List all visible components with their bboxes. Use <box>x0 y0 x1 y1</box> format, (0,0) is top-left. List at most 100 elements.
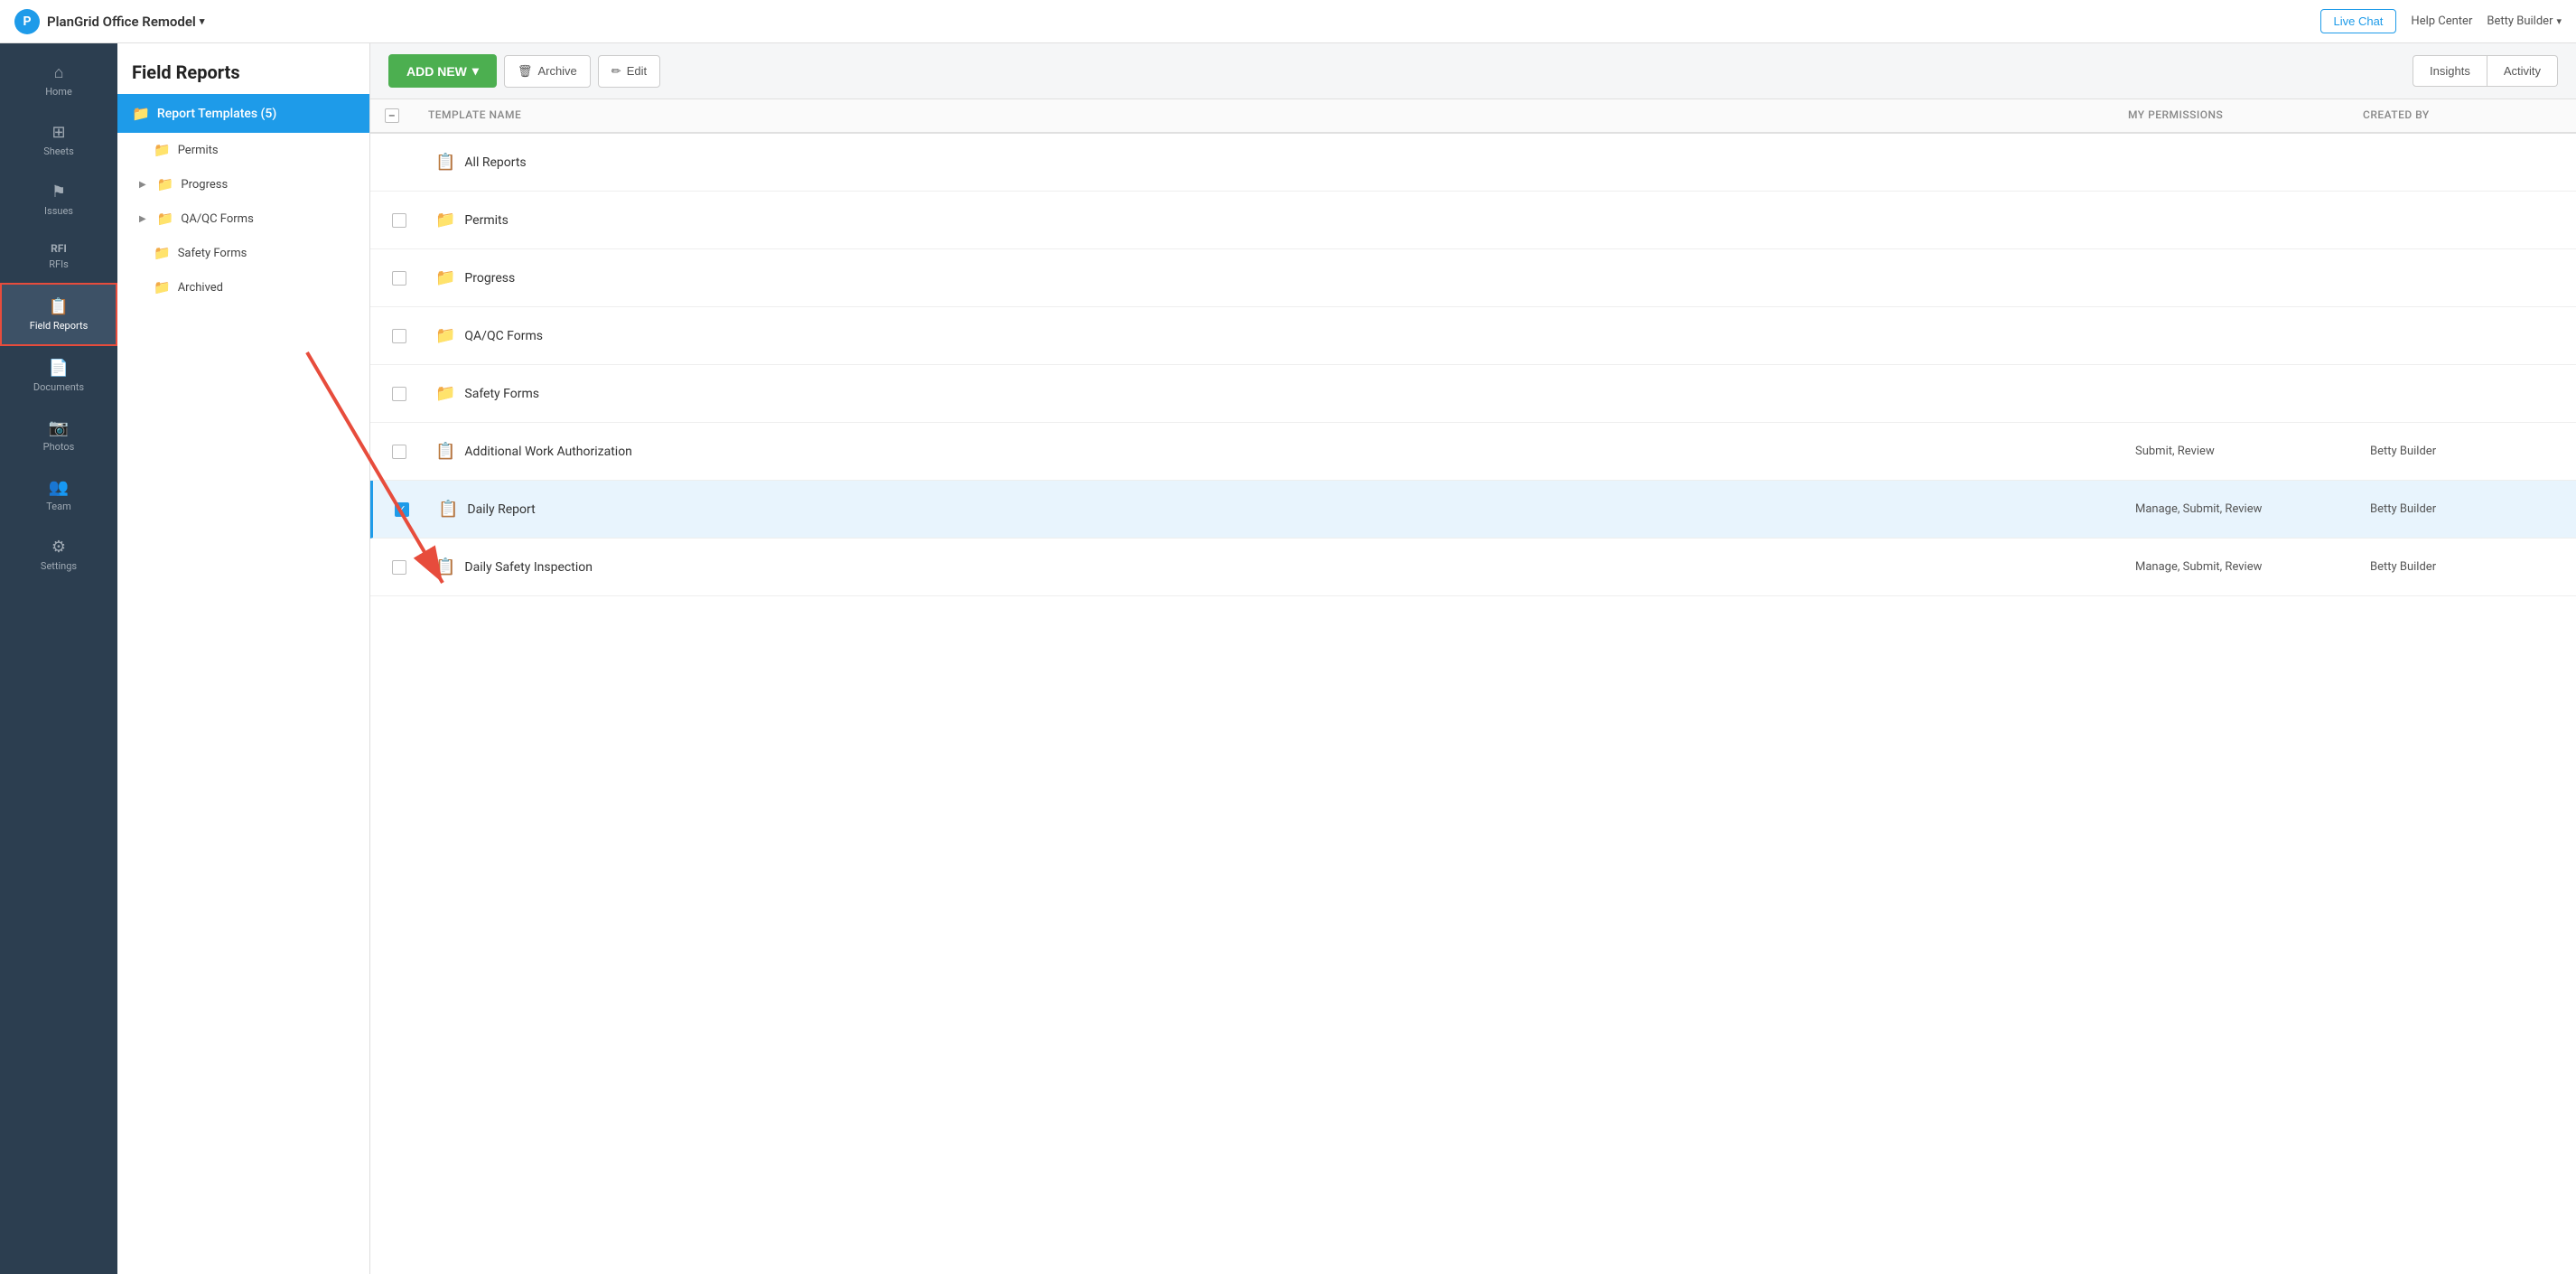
sidebar-item-photos[interactable]: 📷 Photos <box>0 406 117 465</box>
cell-checkbox[interactable] <box>385 434 428 470</box>
safety-forms-label: Safety Forms <box>464 387 539 401</box>
cell-checkbox[interactable] <box>385 376 428 412</box>
safety-forms-folder-icon: 📁 <box>154 245 171 261</box>
field-reports-icon: 📋 <box>49 297 69 316</box>
photos-icon: 📷 <box>49 418 69 437</box>
top-nav: P PlanGrid Office Remodel ▾ Live Chat He… <box>0 0 2576 43</box>
cell-checkbox[interactable] <box>385 318 428 354</box>
row-checkbox[interactable] <box>392 329 406 343</box>
table-row-daily-report[interactable]: ✓ 📋 Daily Report Manage, Submit, Review … <box>370 481 2576 539</box>
tree-item-qaqc[interactable]: ▶ 📁 QA/QC Forms <box>117 201 369 236</box>
report-templates-folder-icon: 📁 <box>132 105 150 122</box>
tree-section: 📁 Report Templates (5) 📁 Permits ▶ 📁 Pro… <box>117 94 369 304</box>
table-row[interactable]: 📋 All Reports <box>370 134 2576 192</box>
archive-button[interactable]: 🗑 Archive <box>504 55 591 88</box>
table-row-daily-safety[interactable]: 📋 Daily Safety Inspection Manage, Submit… <box>370 539 2576 596</box>
template-icon: 📋 <box>438 500 458 519</box>
cell-checkbox[interactable]: ✓ <box>387 492 431 528</box>
cell-name: 📋 All Reports <box>428 142 2128 183</box>
edit-icon: ✏ <box>611 64 621 79</box>
sidebar-label-rfis: RFIs <box>49 258 69 270</box>
additional-work-auth-label: Additional Work Authorization <box>464 445 632 459</box>
sidebar-item-documents[interactable]: 📄 Documents <box>0 346 117 406</box>
row-checkbox-checked[interactable]: ✓ <box>395 502 409 517</box>
daily-report-label: Daily Report <box>467 502 535 517</box>
permits-folder-icon: 📁 <box>435 211 455 230</box>
sidebar-label-settings: Settings <box>41 560 77 572</box>
tree-item-safety-forms[interactable]: 📁 Safety Forms <box>117 236 369 270</box>
cell-name: 📁 Progress <box>428 258 2128 298</box>
user-menu[interactable]: Betty Builder ▾ <box>2487 14 2562 28</box>
cell-permissions: Manage, Submit, Review <box>2128 492 2363 527</box>
archived-folder-icon: 📁 <box>154 279 171 295</box>
team-icon: 👥 <box>49 478 69 497</box>
cell-created-by: Betty Builder <box>2363 492 2562 527</box>
table-row[interactable]: 📁 Safety Forms <box>370 365 2576 423</box>
cell-permissions <box>2128 383 2363 405</box>
table-row[interactable]: 📁 QA/QC Forms <box>370 307 2576 365</box>
cell-name: 📁 QA/QC Forms <box>428 315 2128 356</box>
left-panel-header: Field Reports <box>117 43 369 94</box>
edit-button[interactable]: ✏ Edit <box>598 55 660 88</box>
sidebar-item-settings[interactable]: ⚙ Settings <box>0 525 117 585</box>
tree-item-archived[interactable]: 📁 Archived <box>117 270 369 304</box>
right-content: ADD NEW ▾ 🗑 Archive ✏ Edit Insights Acti… <box>370 43 2576 1274</box>
permits-label: Permits <box>464 213 508 228</box>
insights-tab-button[interactable]: Insights <box>2413 55 2487 87</box>
progress-folder-icon: 📁 <box>157 176 174 192</box>
th-created-by: Created By <box>2363 108 2562 123</box>
sidebar-label-issues: Issues <box>44 205 73 217</box>
header-checkbox[interactable]: – <box>385 108 399 123</box>
project-name[interactable]: PlanGrid Office Remodel ▾ <box>47 14 204 30</box>
cell-checkbox[interactable] <box>385 260 428 296</box>
app-logo: P <box>14 9 40 34</box>
row-checkbox[interactable] <box>392 560 406 575</box>
row-checkbox[interactable] <box>392 445 406 459</box>
tree-item-permits[interactable]: 📁 Permits <box>117 133 369 167</box>
table-row[interactable]: 📁 Progress <box>370 249 2576 307</box>
sidebar-item-home[interactable]: ⌂ Home <box>0 51 117 110</box>
sidebar-item-rfis[interactable]: RFI RFIs <box>0 230 117 283</box>
progress-label: Progress <box>464 271 515 286</box>
cell-checkbox[interactable] <box>385 549 428 585</box>
row-checkbox[interactable] <box>392 271 406 286</box>
live-chat-button[interactable]: Live Chat <box>2320 9 2397 33</box>
documents-icon: 📄 <box>49 359 69 378</box>
sheets-icon: ⊞ <box>51 123 65 142</box>
sidebar-item-team[interactable]: 👥 Team <box>0 465 117 525</box>
daily-safety-inspection-label: Daily Safety Inspection <box>464 560 593 575</box>
qaqc-arrow-icon: ▶ <box>139 214 146 224</box>
left-panel: Field Reports 📁 Report Templates (5) 📁 P… <box>117 43 370 1274</box>
sidebar-item-issues[interactable]: ⚑ Issues <box>0 170 117 230</box>
toolbar: ADD NEW ▾ 🗑 Archive ✏ Edit Insights Acti… <box>370 43 2576 99</box>
table-row[interactable]: 📁 Permits <box>370 192 2576 249</box>
progress-folder-icon: 📁 <box>435 268 455 287</box>
top-nav-right: Live Chat Help Center Betty Builder ▾ <box>2320 9 2562 33</box>
issues-icon: ⚑ <box>51 183 66 201</box>
cell-permissions <box>2128 210 2363 231</box>
row-checkbox[interactable] <box>392 213 406 228</box>
sidebar-item-sheets[interactable]: ⊞ Sheets <box>0 110 117 170</box>
table-row[interactable]: 📋 Additional Work Authorization Submit, … <box>370 423 2576 481</box>
main-layout: ⌂ Home ⊞ Sheets ⚑ Issues RFI RFIs 📋 Fiel… <box>0 43 2576 1274</box>
tree-item-qaqc-label: QA/QC Forms <box>181 212 253 226</box>
toolbar-left: ADD NEW ▾ 🗑 Archive ✏ Edit <box>388 54 660 88</box>
cell-created-by <box>2363 267 2562 289</box>
add-new-button[interactable]: ADD NEW ▾ <box>388 54 497 88</box>
qaqc-label: QA/QC Forms <box>464 329 543 343</box>
help-center-link[interactable]: Help Center <box>2411 14 2472 28</box>
cell-checkbox[interactable] <box>385 202 428 239</box>
cell-permissions <box>2128 325 2363 347</box>
cell-permissions: Submit, Review <box>2128 434 2363 469</box>
tree-item-progress[interactable]: ▶ 📁 Progress <box>117 167 369 201</box>
sidebar-item-field-reports[interactable]: 📋 Field Reports <box>0 283 117 346</box>
settings-icon: ⚙ <box>51 538 66 557</box>
tree-item-permits-label: Permits <box>178 144 219 157</box>
sidebar-label-team: Team <box>46 501 71 512</box>
activity-tab-button[interactable]: Activity <box>2487 55 2558 87</box>
tree-active-item-report-templates[interactable]: 📁 Report Templates (5) <box>117 94 369 133</box>
tree-item-archived-label: Archived <box>178 281 223 295</box>
tree-item-progress-label: Progress <box>181 178 228 192</box>
th-permissions: My Permissions <box>2128 108 2363 123</box>
row-checkbox[interactable] <box>392 387 406 401</box>
